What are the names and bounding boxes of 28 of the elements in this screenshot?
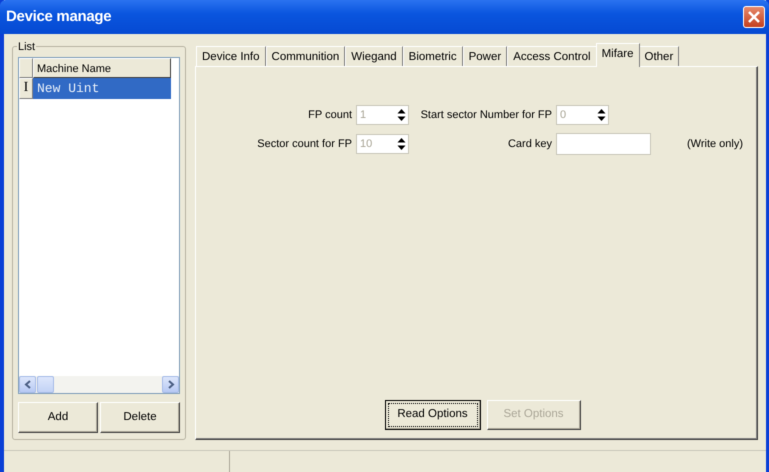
tab[interactable]: Power bbox=[462, 46, 508, 67]
tab[interactable]: Biometric bbox=[402, 46, 463, 67]
field-label: Card key bbox=[506, 136, 553, 152]
scroll-thumb[interactable] bbox=[37, 376, 54, 393]
close-icon bbox=[747, 10, 761, 24]
tab[interactable]: Mifare bbox=[596, 43, 640, 67]
options-button[interactable]: Read Options bbox=[384, 400, 480, 430]
field-note: (Write only) bbox=[686, 136, 744, 152]
row-marker: I bbox=[19, 78, 33, 99]
tab[interactable]: Communition bbox=[266, 46, 346, 67]
field-label: Start sector Number for FP bbox=[420, 108, 553, 123]
tab[interactable]: Wiegand bbox=[345, 46, 403, 67]
tab[interactable]: Access Control bbox=[507, 46, 597, 67]
window-title: Device manage bbox=[6, 6, 112, 27]
tab[interactable]: Other bbox=[638, 46, 680, 67]
close-button[interactable] bbox=[743, 6, 765, 28]
tab[interactable]: Device Info bbox=[196, 46, 266, 67]
scroll-right-button[interactable] bbox=[162, 376, 179, 393]
column-header[interactable]: Machine Name bbox=[33, 58, 171, 78]
field-label: FP count bbox=[307, 108, 353, 123]
chevron-left-icon bbox=[24, 380, 32, 389]
card-key-field[interactable] bbox=[556, 133, 651, 155]
list-button[interactable]: Add bbox=[18, 402, 98, 433]
list-row[interactable]: New Uint bbox=[33, 78, 171, 99]
list-button[interactable]: Delete bbox=[100, 402, 180, 433]
field-label: Sector count for FP bbox=[256, 136, 353, 152]
chevron-right-icon bbox=[166, 380, 174, 389]
scroll-left-button[interactable] bbox=[19, 376, 36, 393]
